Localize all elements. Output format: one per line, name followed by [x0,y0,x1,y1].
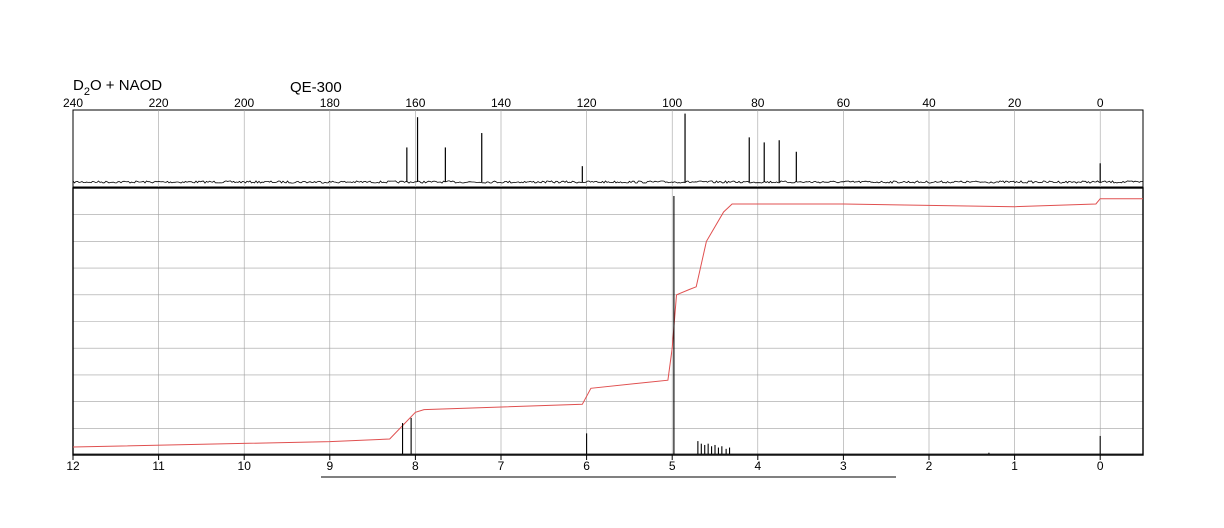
c13-tick-label: 120 [577,96,597,110]
h1-tick-label: 4 [754,459,761,473]
c13-tick-label: 160 [405,96,425,110]
instrument-label: QE-300 [290,79,342,96]
h1-tick-label: 2 [926,459,933,473]
nmr-figure: D2O + NAOD QE-300 240 220 200 180 160 140 120 1… [63,77,1144,478]
c13-frame [72,109,1144,188]
c13-tick-label: 60 [837,96,851,110]
h1-integral-curve [72,198,1143,448]
h1-tick-label: 1 [1011,459,1018,473]
h1-tick-label: 0 [1097,459,1104,473]
c13-tick-label: 200 [234,96,254,110]
h1-tick-label: 5 [669,459,676,473]
h1-spectrum-panel: 12 11 10 9 8 7 6 5 4 3 2 1 0 [66,187,1144,473]
c13-baseline [72,180,1143,184]
c13-tick-label: 80 [751,96,765,110]
c13-tick-label: 0 [1097,96,1104,110]
c13-tick-label: 240 [63,96,83,110]
c13-tick-label: 140 [491,96,511,110]
c13-tick-label: 40 [922,96,936,110]
c13-tick-label: 180 [320,96,340,110]
c13-tick-label: 20 [1008,96,1022,110]
c13-tick-label: 220 [149,96,169,110]
solvent-label: D2O + NAOD [73,77,162,98]
h1-tick-label: 6 [583,459,590,473]
h1-tick-label: 8 [412,459,419,473]
h1-tick-label: 3 [840,459,847,473]
c13-tick-label: 100 [662,96,682,110]
h1-tick-label: 10 [238,459,252,473]
h1-tick-label: 12 [66,459,80,473]
c13-spectrum-panel: 240 220 200 180 160 140 120 100 80 60 40 20 0 [63,96,1144,188]
h1-tick-label: 9 [326,459,333,473]
h1-tick-label: 7 [498,459,505,473]
h1-tick-label: 11 [152,459,165,473]
